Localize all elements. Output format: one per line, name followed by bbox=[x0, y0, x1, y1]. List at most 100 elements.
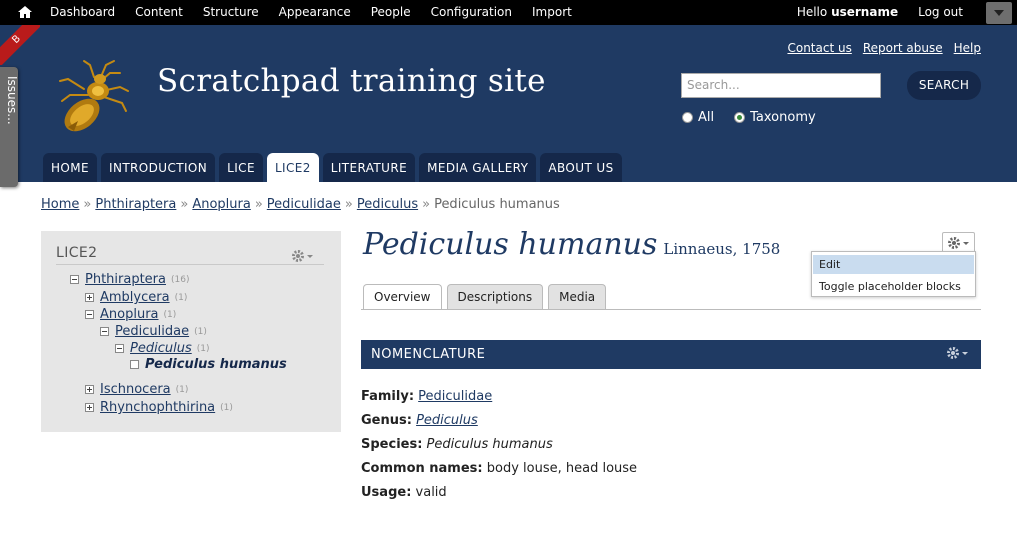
breadcrumb-pediculus[interactable]: Pediculus bbox=[357, 197, 418, 212]
secondary-links: Contact us Report abuse Help bbox=[787, 41, 981, 55]
contact-us-link[interactable]: Contact us bbox=[787, 41, 851, 55]
radio-taxonomy[interactable] bbox=[734, 112, 746, 123]
gear-icon bbox=[948, 237, 969, 249]
toolbar-drawer-toggle[interactable] bbox=[986, 2, 1012, 24]
tree-item-count: (1) bbox=[196, 343, 210, 354]
tree-item[interactable]: Ischnocera (1) bbox=[85, 382, 188, 397]
breadcrumb-phthiraptera[interactable]: Phthiraptera bbox=[95, 197, 176, 212]
beta-ribbon-label: B bbox=[0, 25, 40, 65]
nav-tab-literature[interactable]: LITERATURE bbox=[322, 153, 416, 182]
admin-menu-configuration[interactable]: Configuration bbox=[421, 0, 522, 25]
nav-tab-lice2[interactable]: LICE2 bbox=[266, 153, 319, 182]
tab-media[interactable]: Media bbox=[548, 284, 607, 309]
nomenclature-title: NOMENCLATURE bbox=[371, 347, 486, 362]
admin-menu-appearance[interactable]: Appearance bbox=[269, 0, 361, 25]
expand-icon[interactable] bbox=[85, 293, 94, 302]
tree-item[interactable]: Pediculidae (1) bbox=[100, 324, 207, 339]
nav-tab-home[interactable]: HOME bbox=[43, 153, 98, 182]
tree-item-link[interactable]: Pediculus bbox=[130, 341, 192, 356]
field-label: Family: bbox=[361, 389, 415, 404]
site-name[interactable]: Scratchpad training site bbox=[157, 63, 546, 99]
tree-item-current[interactable]: Pediculus humanus bbox=[130, 357, 287, 372]
field-usage: Usage: valid bbox=[361, 485, 637, 509]
username: username bbox=[831, 5, 899, 19]
tree-item-count: (1) bbox=[174, 292, 188, 303]
user-greeting[interactable]: Hello username bbox=[787, 0, 908, 25]
issues-tab-label: Issues... bbox=[5, 76, 19, 125]
tree-item-link[interactable]: Amblycera bbox=[100, 290, 170, 305]
context-menu-edit[interactable]: Edit bbox=[813, 255, 974, 274]
tab-overview[interactable]: Overview bbox=[363, 284, 442, 310]
search-scope-taxonomy[interactable]: Taxonomy bbox=[734, 110, 816, 125]
field-family: Family: Pediculidae bbox=[361, 389, 637, 413]
search-button[interactable]: SEARCH bbox=[907, 71, 981, 100]
tree-item-count: (16) bbox=[171, 274, 190, 285]
tree-item[interactable]: Anoplura (1) bbox=[85, 307, 176, 322]
genus-link[interactable]: Pediculus bbox=[416, 413, 478, 428]
breadcrumb-home[interactable]: Home bbox=[41, 197, 79, 212]
logout-link[interactable]: Log out bbox=[908, 0, 973, 25]
page-tabs: Overview Descriptions Media bbox=[363, 284, 607, 310]
contextual-menu: Edit Toggle placeholder blocks bbox=[811, 251, 976, 297]
collapse-icon[interactable] bbox=[85, 310, 94, 319]
section-gear-icon[interactable] bbox=[946, 346, 970, 360]
louse-logo-icon[interactable] bbox=[44, 51, 136, 141]
admin-menu: Dashboard Content Structure Appearance P… bbox=[40, 0, 582, 25]
breadcrumb-separator: » bbox=[422, 197, 431, 212]
search-scope-all[interactable]: All bbox=[682, 110, 714, 125]
breadcrumb-separator: » bbox=[344, 197, 353, 212]
tree-item-link[interactable]: Pediculidae bbox=[115, 324, 189, 339]
expand-icon[interactable] bbox=[85, 385, 94, 394]
radio-all[interactable] bbox=[682, 112, 693, 123]
breadcrumb-separator: » bbox=[180, 197, 189, 212]
breadcrumb-separator: » bbox=[254, 197, 263, 212]
issues-tab[interactable]: Issues... bbox=[0, 67, 19, 187]
admin-menu-content[interactable]: Content bbox=[125, 0, 193, 25]
collapse-icon[interactable] bbox=[100, 327, 109, 336]
tree-item-link[interactable]: Anoplura bbox=[100, 307, 159, 322]
admin-menu-structure[interactable]: Structure bbox=[193, 0, 269, 25]
block-gear-icon[interactable] bbox=[291, 249, 315, 263]
nav-tab-lice[interactable]: LICE bbox=[219, 153, 263, 182]
tree-item-link[interactable]: Ischnocera bbox=[100, 382, 171, 397]
nav-tab-introduction[interactable]: INTRODUCTION bbox=[101, 153, 216, 182]
field-genus: Genus: Pediculus bbox=[361, 413, 637, 437]
collapse-icon[interactable] bbox=[70, 275, 79, 284]
nomenclature-fields: Family: Pediculidae Genus: Pediculus Spe… bbox=[361, 389, 637, 509]
admin-menu-dashboard[interactable]: Dashboard bbox=[40, 0, 125, 25]
tree-item[interactable]: Rhynchophthirina (1) bbox=[85, 400, 233, 415]
taxon-author: Linnaeus, 1758 bbox=[663, 240, 781, 258]
tabs-divider bbox=[361, 309, 981, 310]
tree-item-link[interactable]: Rhynchophthirina bbox=[100, 400, 215, 415]
taxon-name: Pediculus humanus bbox=[363, 227, 658, 262]
report-abuse-link[interactable]: Report abuse bbox=[863, 41, 943, 55]
field-common-names: Common names: body louse, head louse bbox=[361, 461, 637, 485]
search-scope: All Taxonomy bbox=[682, 110, 816, 125]
collapse-icon[interactable] bbox=[115, 344, 124, 353]
beta-ribbon[interactable]: B bbox=[0, 25, 40, 65]
site-header: B Issues... Scratchpad training site Con… bbox=[0, 25, 1017, 187]
contextual-links-button[interactable] bbox=[942, 232, 975, 252]
admin-menu-import[interactable]: Import bbox=[522, 0, 582, 25]
block-title: LICE2 bbox=[56, 245, 98, 261]
breadcrumb-pediculidae[interactable]: Pediculidae bbox=[267, 197, 341, 212]
home-icon[interactable] bbox=[17, 4, 33, 20]
search-input[interactable]: Search... bbox=[681, 73, 881, 98]
admin-menu-people[interactable]: People bbox=[361, 0, 421, 25]
tree-item[interactable]: Phthiraptera (16) bbox=[70, 272, 189, 287]
tree-item[interactable]: Amblycera (1) bbox=[85, 290, 187, 305]
context-menu-toggle-placeholder-blocks[interactable]: Toggle placeholder blocks bbox=[813, 277, 974, 296]
breadcrumb-anoplura[interactable]: Anoplura bbox=[192, 197, 251, 212]
help-link[interactable]: Help bbox=[954, 41, 981, 55]
nav-tab-about-us[interactable]: ABOUT US bbox=[540, 153, 622, 182]
breadcrumb-current: Pediculus humanus bbox=[434, 197, 560, 212]
expand-icon[interactable] bbox=[85, 403, 94, 412]
tree-item-link[interactable]: Phthiraptera bbox=[85, 272, 166, 287]
tree-item[interactable]: Pediculus (1) bbox=[115, 341, 209, 356]
tab-descriptions[interactable]: Descriptions bbox=[446, 284, 544, 309]
field-species: Species: Pediculus humanus bbox=[361, 437, 637, 461]
family-link[interactable]: Pediculidae bbox=[418, 389, 492, 404]
radio-taxonomy-label: Taxonomy bbox=[750, 110, 816, 125]
nav-tab-media-gallery[interactable]: MEDIA GALLERY bbox=[419, 153, 537, 182]
field-label: Species: bbox=[361, 437, 423, 452]
